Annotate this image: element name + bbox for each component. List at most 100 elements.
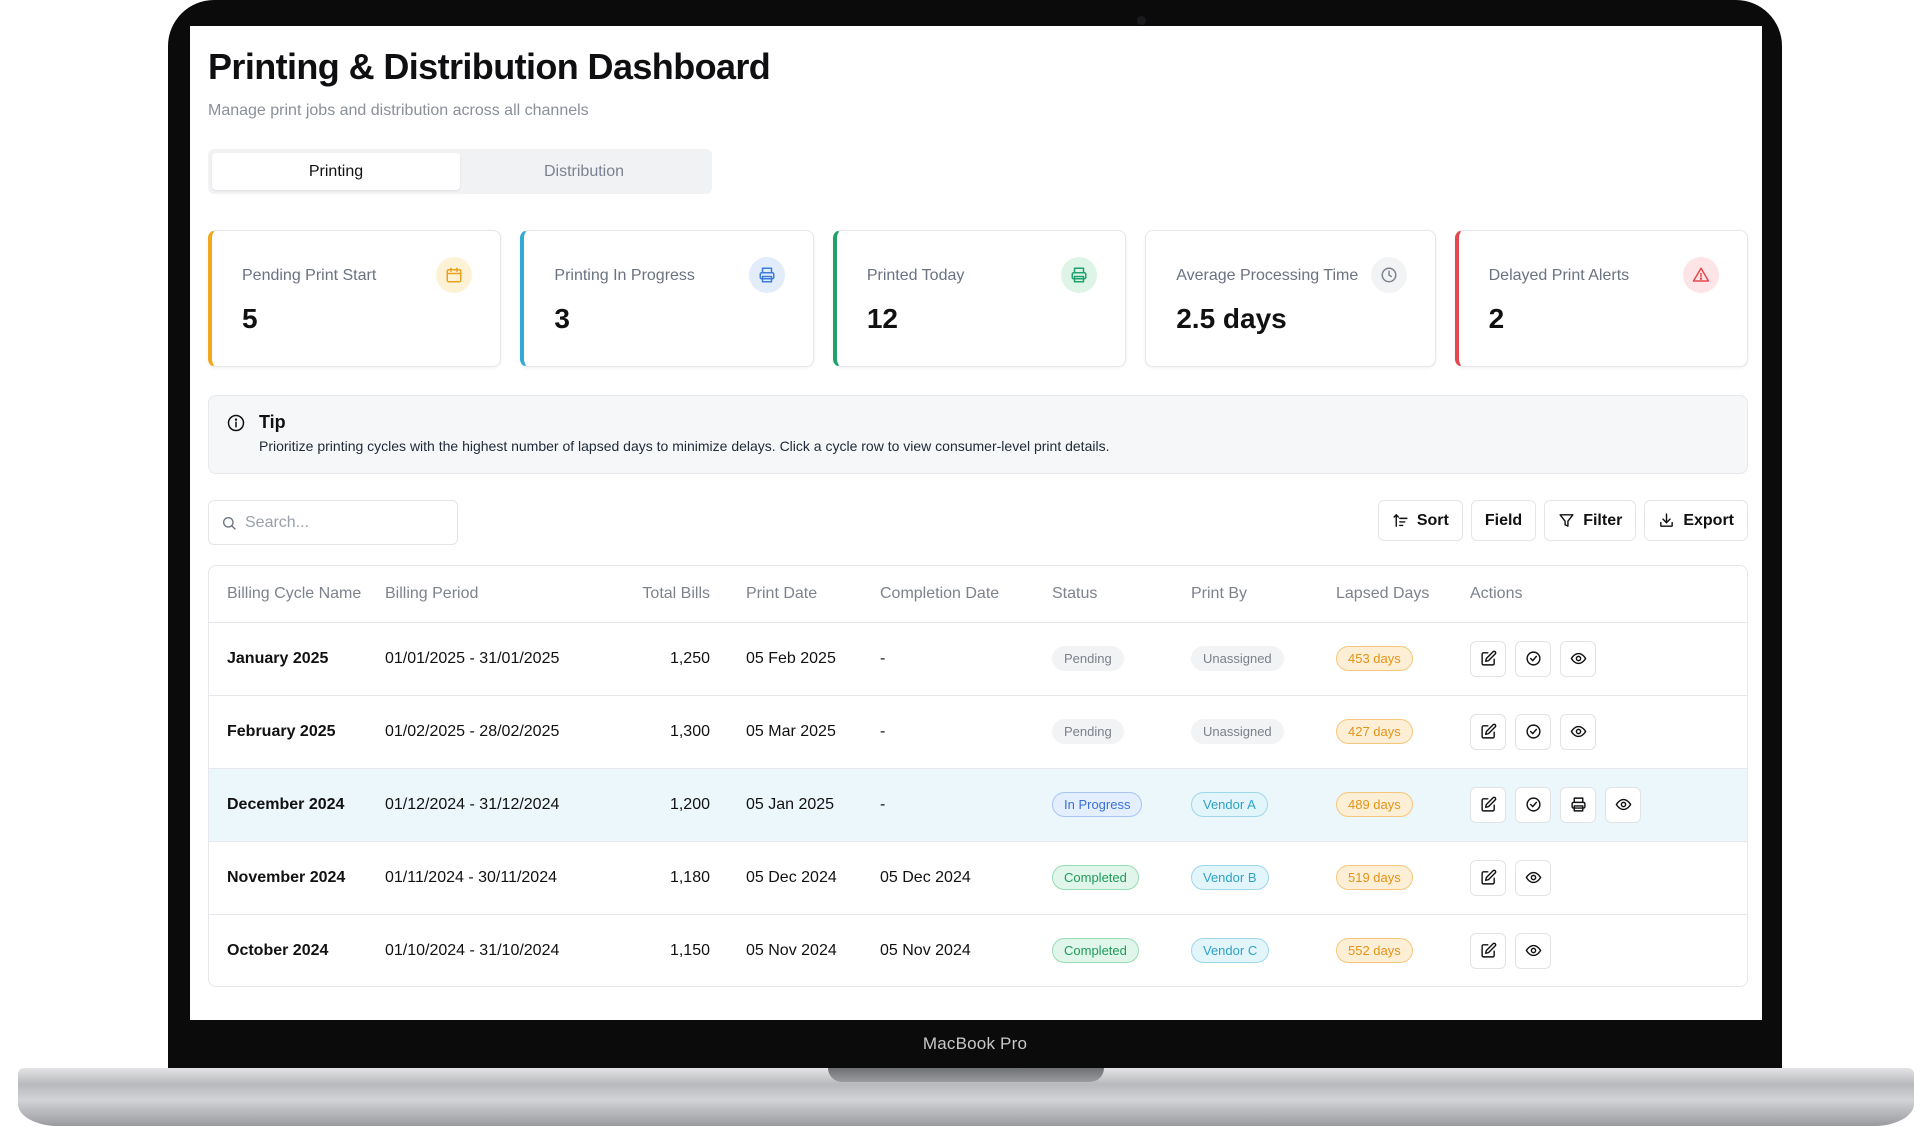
export-label: Export (1683, 511, 1734, 529)
eye-icon (1570, 652, 1586, 665)
sort-icon (1393, 513, 1408, 527)
col-print-date[interactable]: Print Date (746, 566, 880, 623)
lapsed-days-badge: 489 days (1336, 792, 1413, 817)
check-circle-button[interactable] (1515, 713, 1551, 750)
eye-button[interactable] (1515, 932, 1551, 969)
tab-distribution[interactable]: Distribution (460, 153, 708, 190)
table-row[interactable]: January 2025 01/01/2025 - 31/01/2025 1,250… (209, 622, 1747, 696)
table-row[interactable]: December 2024 01/12/2024 - 31/12/2024 1,20… (209, 768, 1747, 842)
row-actions (1470, 640, 1747, 677)
kpi-card: Printed Today 12 (832, 230, 1127, 367)
cell-print-by: Unassigned (1191, 622, 1336, 696)
kpi-card: Average Processing Time 2.5 days (1145, 230, 1436, 367)
kpi-value: 2 (1488, 303, 1505, 334)
status-badge: Pending (1052, 646, 1124, 671)
cell-total-bills: 1,200 (610, 768, 746, 842)
edit-button[interactable] (1470, 932, 1506, 969)
filter-button[interactable]: Filter (1544, 500, 1637, 541)
col-print-by[interactable]: Print By (1191, 566, 1336, 623)
kpi-card: Delayed Print Alerts 2 (1454, 230, 1749, 367)
lapsed-days-badge: 552 days (1336, 938, 1413, 964)
row-actions (1470, 932, 1747, 969)
cell-billing-cycle-name: February 2025 (209, 695, 385, 769)
edit-icon (1480, 650, 1496, 666)
eye-icon (1615, 798, 1631, 811)
col-billing-period[interactable]: Billing Period (385, 566, 610, 623)
calendar-icon (436, 257, 473, 293)
col-status[interactable]: Status (1052, 566, 1191, 623)
cell-lapsed-days: 489 days (1336, 768, 1470, 842)
filter-icon (1559, 514, 1574, 527)
cell-completion-date: 05 Nov 2024 (880, 941, 971, 959)
status-badge: Pending (1052, 719, 1124, 744)
cell-print-by: Vendor A (1191, 768, 1336, 842)
status-badge: Completed (1052, 865, 1139, 890)
edit-button[interactable] (1470, 713, 1506, 750)
col-completion-date[interactable]: Completion Date (880, 566, 1052, 623)
eye-button[interactable] (1515, 859, 1551, 896)
lapsed-days-badge: 427 days (1336, 719, 1413, 744)
eye-button[interactable] (1560, 640, 1596, 677)
edit-icon (1480, 869, 1496, 885)
col-total-bills[interactable]: Total Bills (610, 566, 746, 623)
eye-button[interactable] (1605, 786, 1641, 823)
table-toolbar: Sort Field Filter Export (1377, 500, 1748, 541)
cell-print-by: Vendor B (1191, 841, 1336, 915)
edit-icon (1480, 796, 1496, 812)
row-actions (1470, 859, 1747, 896)
table-row[interactable]: November 2024 01/11/2024 - 30/11/2024 1,18… (209, 841, 1747, 915)
cell-completion-date: - (880, 768, 1052, 842)
cell-status: In Progress (1052, 768, 1191, 842)
kpi-cards: Pending Print Start 5 Printing In Progress… (208, 230, 1749, 367)
page-title: Printing & Distribution Dashboard (208, 46, 771, 87)
cell-status: Pending (1052, 695, 1191, 769)
kpi-value: 2.5 days (1176, 303, 1287, 334)
tab-bar: Printing Distribution (208, 149, 712, 194)
check-circle-button[interactable] (1515, 786, 1551, 823)
cell-print-date: 05 Jan 2025 (746, 768, 880, 842)
print-by-badge: Vendor A (1191, 792, 1268, 817)
tab-printing[interactable]: Printing (212, 153, 460, 190)
table-row[interactable]: October 2024 01/10/2024 - 31/10/2024 1,150… (209, 914, 1747, 986)
cell-status: Pending (1052, 622, 1191, 696)
col-billing-cycle-name[interactable]: Billing Cycle Name (209, 566, 385, 623)
cell-lapsed-days: 453 days (1336, 622, 1470, 696)
field-button[interactable]: Field (1470, 500, 1537, 541)
printer-icon (1061, 257, 1098, 293)
info-icon (227, 414, 245, 432)
table-row[interactable]: February 2025 01/02/2025 - 28/02/2025 1,30… (209, 695, 1747, 769)
cell-actions (1470, 914, 1747, 986)
device-label: MacBook Pro (922, 1034, 1028, 1053)
edit-button[interactable] (1470, 640, 1506, 677)
check-circle-icon (1525, 797, 1541, 812)
printer-button[interactable] (1560, 786, 1596, 823)
laptop-notch (828, 1068, 1104, 1082)
print-by-badge: Unassigned (1191, 646, 1284, 671)
cell-completion-date: - (880, 695, 1052, 769)
search-box[interactable] (208, 500, 458, 545)
sort-label: Sort (1416, 511, 1449, 529)
cell-completion-date: 05 Dec 2024 (880, 841, 1052, 915)
printer-icon (748, 257, 785, 293)
eye-button[interactable] (1560, 713, 1596, 750)
filter-label: Filter (1583, 511, 1623, 529)
cell-print-date: 05 Dec 2024 (746, 841, 880, 915)
col-lapsed-days[interactable]: Lapsed Days (1336, 566, 1470, 623)
cell-status: Completed (1052, 914, 1191, 986)
cell-print-by: Unassigned (1191, 695, 1336, 769)
cell-billing-cycle-name: October 2024 (227, 941, 329, 959)
col-actions: Actions (1470, 566, 1747, 623)
cell-actions (1470, 695, 1747, 769)
sort-button[interactable]: Sort (1377, 500, 1463, 541)
cell-lapsed-days: 519 days (1336, 841, 1470, 915)
export-button[interactable]: Export (1644, 500, 1748, 541)
print-by-badge: Vendor B (1191, 865, 1269, 890)
cell-lapsed-days: 427 days (1336, 695, 1470, 769)
lapsed-days-badge: 519 days (1336, 865, 1413, 890)
search-input[interactable] (245, 513, 445, 532)
check-circle-button[interactable] (1515, 640, 1551, 677)
edit-button[interactable] (1470, 859, 1506, 896)
edit-button[interactable] (1470, 786, 1506, 823)
download-icon (1660, 513, 1674, 527)
kpi-value: 5 (242, 303, 258, 334)
